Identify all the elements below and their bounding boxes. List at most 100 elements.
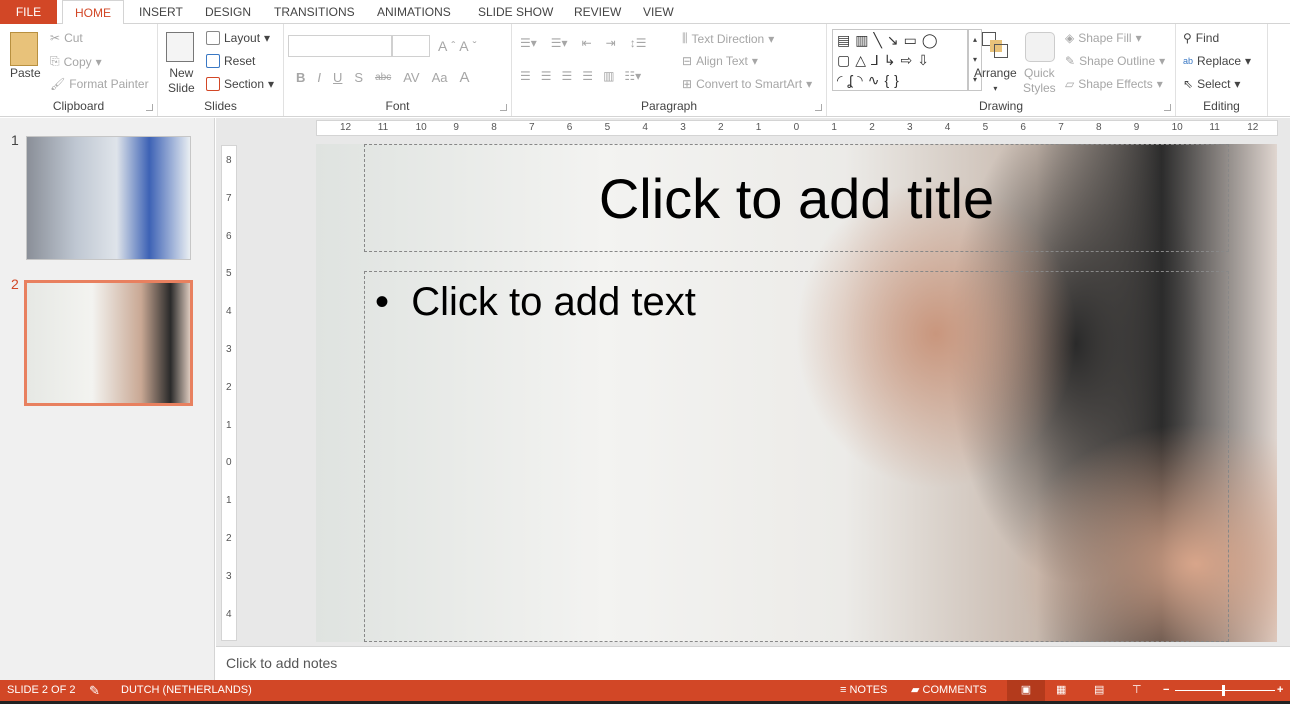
strikethrough-button[interactable]: abc — [375, 72, 391, 83]
quick-styles-button[interactable]: Quick Styles — [1023, 66, 1056, 95]
cut-button[interactable]: ✂ Cut — [50, 31, 83, 45]
shape-effects-button[interactable]: ▱ Shape Effects ▾ — [1065, 77, 1163, 91]
launcher-icon[interactable] — [1164, 104, 1171, 111]
font-format-buttons: B I U S abc AV Aa A — [296, 69, 470, 86]
ruler-label: 12 — [340, 122, 352, 133]
zoom-out-button[interactable]: − — [1163, 680, 1169, 701]
align-right-icon[interactable]: ☰ — [562, 69, 573, 83]
arrange-label: Arrange — [974, 66, 1017, 80]
replace-button[interactable]: ab Replace ▾ — [1183, 54, 1251, 68]
ruler-label: 10 — [1171, 122, 1183, 133]
shadow-button[interactable]: S — [354, 70, 363, 85]
increase-indent-icon[interactable]: ⇥ — [606, 36, 616, 50]
align-text-button[interactable]: ⊟ Align Text ▾ — [682, 54, 758, 68]
ruler-label: 7 — [529, 122, 535, 133]
spell-check-icon[interactable]: ✎ — [89, 680, 100, 701]
zoom-slider-thumb[interactable] — [1222, 685, 1225, 696]
tab-animations[interactable]: ANIMATIONS — [365, 0, 463, 24]
justify-icon[interactable]: ☰ — [582, 69, 593, 83]
find-label: Find — [1195, 31, 1220, 45]
shapes-gallery[interactable]: ▤▥╲↘▭◯ ▢△⅃↳⇨⇩ ◜ʆ◝∿{} — [832, 29, 968, 91]
tab-view[interactable]: VIEW — [631, 0, 686, 24]
launcher-icon[interactable] — [500, 104, 507, 111]
comment-icon: ▰ — [911, 684, 923, 696]
grow-font-button[interactable]: Aˆ Aˇ — [438, 38, 476, 54]
change-case-button[interactable]: Aa — [432, 70, 448, 85]
cursor-icon: ⇖ — [1183, 77, 1194, 91]
launcher-icon[interactable] — [815, 104, 822, 111]
title-placeholder[interactable]: Click to add title — [364, 144, 1229, 252]
tab-insert[interactable]: INSERT — [127, 0, 195, 24]
tab-home[interactable]: HOME — [62, 0, 124, 25]
tab-transitions[interactable]: TRANSITIONS — [262, 0, 367, 24]
launcher-icon[interactable] — [146, 104, 153, 111]
tab-design[interactable]: DESIGN — [193, 0, 263, 24]
slide-sorter-icon[interactable]: ▦ — [1056, 680, 1066, 701]
ruler-label: 5 — [982, 122, 989, 133]
content-placeholder[interactable]: • Click to add text — [364, 271, 1229, 642]
font-size-select[interactable] — [392, 35, 430, 57]
ruler-label: 2 — [869, 122, 875, 133]
ruler-label: 1 — [755, 122, 762, 133]
notes-label: NOTES — [849, 684, 888, 696]
slide-show-icon[interactable]: ⊤ — [1132, 680, 1142, 701]
slide-thumbnail-2[interactable] — [24, 280, 193, 406]
ruler-label: 10 — [415, 122, 427, 133]
ruler-label: 2 — [718, 122, 724, 133]
align-center-icon[interactable]: ☰ — [541, 69, 552, 83]
layout-label: Layout — [224, 31, 261, 45]
bold-button[interactable]: B — [296, 70, 305, 85]
new-slide-button[interactable]: New Slide — [168, 66, 195, 95]
copy-button[interactable]: ⎘ Copy ▾ — [50, 54, 102, 69]
tab-review[interactable]: REVIEW — [562, 0, 633, 24]
language-indicator[interactable]: DUTCH (NETHERLANDS) — [121, 680, 252, 701]
slide-canvas[interactable]: Click to add title • Click to add text — [316, 144, 1277, 642]
content-text: Click to add text — [411, 280, 696, 324]
quick-styles-label: Quick — [1024, 66, 1055, 80]
font-color-button[interactable]: A — [460, 69, 470, 86]
comments-label: COMMENTS — [922, 684, 987, 696]
tab-file[interactable]: FILE — [0, 0, 57, 24]
normal-view-icon[interactable]: ▣ — [1007, 680, 1045, 701]
columns-icon[interactable]: ▥ — [603, 69, 614, 83]
format-painter-button[interactable]: 🖌 Format Painter — [50, 77, 149, 91]
slide-thumbnail-1[interactable] — [26, 136, 191, 260]
text-direction-icon: ⫼ — [682, 31, 688, 45]
reading-view-icon[interactable]: ▤ — [1094, 680, 1104, 701]
notes-pane[interactable]: Click to add notes — [216, 646, 1290, 680]
columns-dropdown-icon[interactable]: ☷▾ — [624, 69, 641, 83]
line-spacing-icon[interactable]: ↕☰ — [630, 36, 647, 50]
tab-slide-show[interactable]: SLIDE SHOW — [466, 0, 565, 24]
paste-button[interactable]: Paste — [10, 66, 41, 80]
align-text-icon: ⊟ — [682, 54, 693, 68]
ruler-label: 6 — [226, 230, 232, 242]
clipboard-group: Paste ✂ Cut ⎘ Copy ▾ 🖌 Format Painter Clipb… — [0, 24, 158, 116]
pencil-icon: ✎ — [1065, 54, 1076, 68]
smartart-icon: ⊞ — [682, 77, 693, 91]
bullets-icon[interactable]: ☰▾ — [520, 36, 537, 50]
italic-button[interactable]: I — [317, 70, 321, 85]
zoom-in-button[interactable]: + — [1277, 680, 1283, 701]
section-button[interactable]: Section ▾ — [206, 77, 274, 91]
decrease-indent-icon[interactable]: ⇤ — [582, 36, 592, 50]
zoom-slider[interactable] — [1175, 690, 1275, 691]
character-spacing-button[interactable]: AV — [403, 70, 419, 85]
numbering-icon[interactable]: ☰▾ — [551, 36, 568, 50]
ruler-label: 2 — [226, 533, 232, 544]
smartart-button[interactable]: ⊞ Convert to SmartArt ▾ — [682, 77, 812, 91]
align-left-icon[interactable]: ☰ — [520, 69, 531, 83]
select-button[interactable]: ⇖ Select ▾ — [1183, 77, 1240, 91]
underline-button[interactable]: U — [333, 70, 342, 85]
reset-button[interactable]: Reset — [206, 54, 255, 68]
shape-fill-button[interactable]: ◈ Shape Fill ▾ — [1065, 31, 1142, 45]
shape-outline-button[interactable]: ✎ Shape Outline ▾ — [1065, 54, 1165, 68]
font-name-select[interactable] — [288, 35, 392, 57]
text-direction-button[interactable]: ⫼ Text Direction ▾ — [682, 31, 774, 46]
ruler-label: 11 — [377, 122, 389, 133]
layout-button[interactable]: Layout ▾ — [206, 31, 270, 45]
arrange-button[interactable]: Arrange ▾ — [974, 66, 1017, 93]
ruler-label: 5 — [604, 122, 611, 133]
find-button[interactable]: ⚲ Find — [1183, 31, 1219, 45]
notes-button[interactable]: ≡ NOTES — [840, 680, 887, 701]
comments-button[interactable]: ▰ COMMENTS — [911, 680, 987, 701]
